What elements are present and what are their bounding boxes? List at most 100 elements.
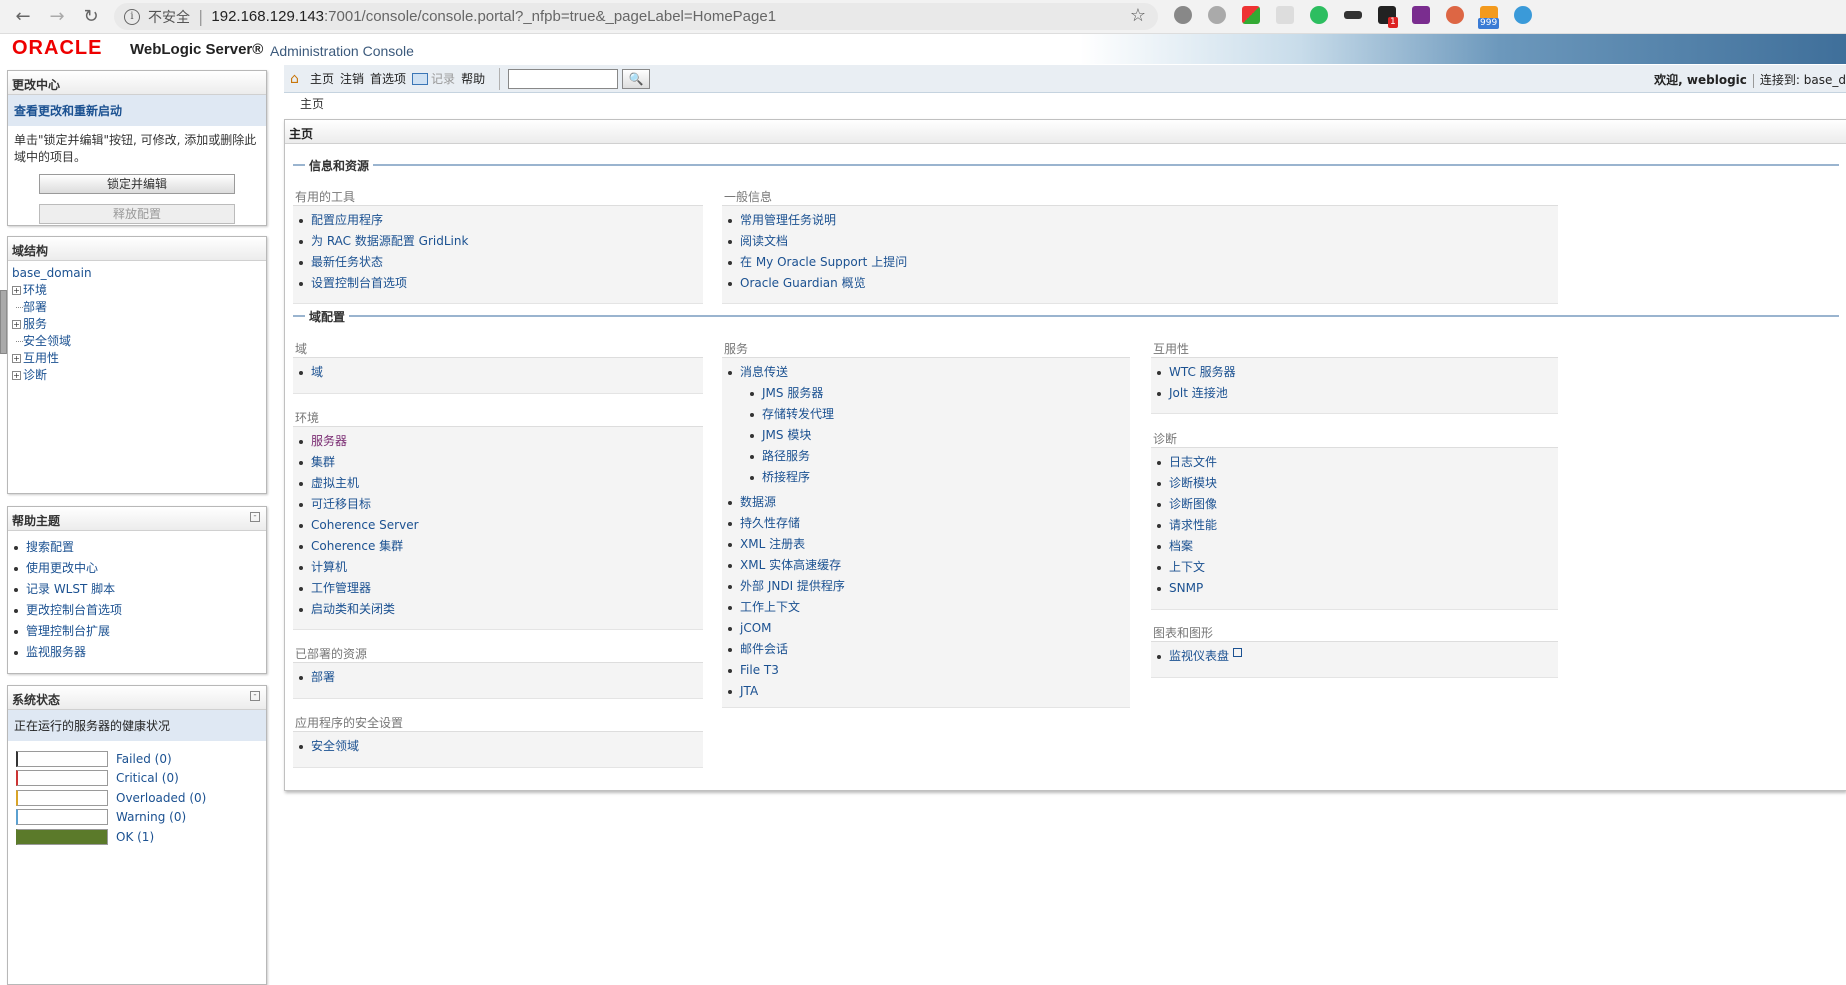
charts-item[interactable]: 监视仪表盘 [1157,646,1558,667]
lock-and-edit-button[interactable]: 锁定并编辑 [39,174,235,194]
health-label[interactable]: OK (1) [116,830,154,844]
tree-root[interactable]: base_domain [12,265,92,282]
expand-icon[interactable]: + [12,320,21,329]
env-link[interactable]: 服务器 [299,431,703,452]
extension-icon[interactable] [1276,6,1294,24]
messaging-sub-link[interactable]: 路径服务 [750,446,1130,467]
logout-link[interactable]: 注销 [340,70,364,87]
info-link[interactable]: Oracle Guardian 概览 [728,273,1558,294]
info-link[interactable]: 阅读文档 [728,231,1558,252]
tree-node[interactable]: + 服务 [12,316,262,333]
messaging-sub-link[interactable]: 存储转发代理 [750,404,1130,425]
health-label[interactable]: Warning (0) [116,810,186,824]
tool-link[interactable]: 最新任务状态 [299,252,703,273]
help-link[interactable]: 使用更改中心 [14,558,262,579]
tree-node[interactable]: + 诊断 [12,367,262,384]
url-text[interactable]: 192.168.129.143:7001/console/console.por… [211,8,776,25]
view-changes-link[interactable]: 查看更改和重新启动 [8,95,266,126]
extension-icon[interactable] [1242,6,1260,24]
reload-icon[interactable]: ↻ [80,6,102,28]
service-link[interactable]: 外部 JNDI 提供程序 [728,576,1130,597]
tool-link[interactable]: 配置应用程序 [299,210,703,231]
tree-node[interactable]: + 环境 [12,282,262,299]
search-input[interactable] [508,68,619,89]
extension-icon[interactable] [1344,11,1362,19]
env-link[interactable]: 启动类和关闭类 [299,599,703,620]
search-button[interactable]: 🔍 [622,68,651,89]
health-label[interactable]: Critical (0) [116,771,179,785]
env-link[interactable]: 虚拟主机 [299,473,703,494]
evernote-icon[interactable] [1310,6,1328,24]
diag-link[interactable]: SNMP [1157,578,1558,599]
health-label[interactable]: Failed (0) [116,752,172,766]
diag-link[interactable]: 档案 [1157,536,1558,557]
env-link[interactable]: Coherence 集群 [299,536,703,557]
diag-link[interactable]: 诊断图像 [1157,494,1558,515]
collapse-icon[interactable]: - [250,691,260,701]
help-link[interactable]: 更改控制台首选项 [14,600,262,621]
address-bar[interactable]: i 不安全 | 192.168.129.143:7001/console/con… [114,3,1158,30]
service-link[interactable]: 数据源 [728,492,1130,513]
diag-link[interactable]: 上下文 [1157,557,1558,578]
interop-link[interactable]: Jolt 连接池 [1157,383,1558,404]
info-link[interactable]: 常用管理任务说明 [728,210,1558,231]
tree-node[interactable]: 部署 [12,299,262,316]
preferences-link[interactable]: 首选项 [370,70,406,87]
messaging-link[interactable]: 消息传送 [728,362,1130,383]
dashboard-link[interactable]: 监视仪表盘 [1169,649,1229,663]
security-label[interactable]: 不安全 [148,7,190,27]
service-link[interactable]: JTA [728,681,1130,702]
tool-link[interactable]: 为 RAC 数据源配置 GridLink [299,231,703,252]
help-link[interactable]: 帮助 [461,70,485,87]
service-link[interactable]: File T3 [728,660,1130,681]
service-link[interactable]: 持久性存储 [728,513,1130,534]
service-link[interactable]: XML 实体高速缓存 [728,555,1130,576]
extension-icon[interactable] [1174,6,1192,24]
forward-icon[interactable]: → [46,6,68,28]
bookmark-star-icon[interactable]: ☆ [1130,5,1146,26]
diag-link[interactable]: 日志文件 [1157,452,1558,473]
expand-icon[interactable]: + [12,371,21,380]
info-link[interactable]: 在 My Oracle Support 上提问 [728,252,1558,273]
home-link[interactable]: ⌂ 主页 [290,70,334,87]
record-link[interactable]: 记录 [412,70,455,87]
onenote-icon[interactable] [1412,6,1430,24]
help-link[interactable]: 记录 WLST 脚本 [14,579,262,600]
env-link[interactable]: 集群 [299,452,703,473]
service-link[interactable]: 工作上下文 [728,597,1130,618]
tree-node[interactable]: 安全领域 [12,333,262,350]
messaging-sub-link[interactable]: 桥接程序 [750,467,1130,488]
release-config-button[interactable]: 释放配置 [39,204,235,224]
extension-icon[interactable] [1514,6,1532,24]
help-link[interactable]: 搜索配置 [14,537,262,558]
messaging-sub-link[interactable]: JMS 服务器 [750,383,1130,404]
tree-node[interactable]: + 互用性 [12,350,262,367]
diag-link[interactable]: 请求性能 [1157,515,1558,536]
env-link[interactable]: 工作管理器 [299,578,703,599]
interop-link[interactable]: WTC 服务器 [1157,362,1558,383]
security-link[interactable]: 安全领域 [299,736,703,757]
extension-icon[interactable] [1446,6,1464,24]
help-link[interactable]: 管理控制台扩展 [14,621,262,642]
env-link[interactable]: 可迁移目标 [299,494,703,515]
expand-icon[interactable]: + [12,354,21,363]
extension-icon[interactable] [1208,6,1226,24]
tool-link[interactable]: 设置控制台首选项 [299,273,703,294]
info-icon[interactable]: i [124,8,140,25]
back-icon[interactable]: ← [12,6,34,28]
expand-icon[interactable]: + [12,286,21,295]
domain-link[interactable]: 域 [299,362,703,383]
env-link[interactable]: Coherence Server [299,515,703,536]
messaging-sub-link[interactable]: JMS 模块 [750,425,1130,446]
help-link[interactable]: 监视服务器 [14,642,262,663]
service-link[interactable]: XML 注册表 [728,534,1130,555]
health-label[interactable]: Overloaded (0) [116,791,206,805]
breadcrumb[interactable]: 主页 [300,95,324,112]
diag-link[interactable]: 诊断模块 [1157,473,1558,494]
sidebar-resize-handle[interactable] [0,290,7,354]
collapse-icon[interactable]: - [250,512,260,522]
service-link[interactable]: 邮件会话 [728,639,1130,660]
deploy-link[interactable]: 部署 [299,667,703,688]
service-link[interactable]: jCOM [728,618,1130,639]
env-link[interactable]: 计算机 [299,557,703,578]
